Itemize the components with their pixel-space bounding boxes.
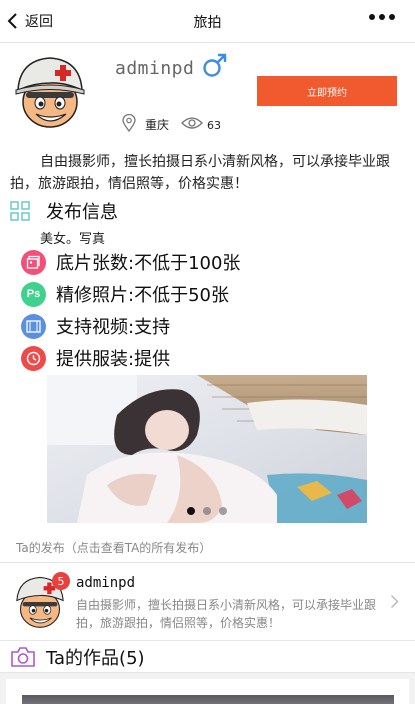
more-dot-icon [369,14,375,20]
works-title: Ta的作品(5) [46,648,145,669]
photo-carousel[interactable] [47,375,367,523]
chevron-right-icon [390,594,399,609]
carousel-dots [47,507,367,515]
user-card[interactable]: 5 adminpd 自由摄影师，擅长拍摄日系小清新风格，可以承接毕业跟拍，旅游跟… [0,562,415,641]
profile-header: adminpd 立即预约 重庆 63 [0,44,415,149]
feature-video: 支持视频:支持 [21,312,170,340]
works-panel [0,672,415,704]
location-text: 重庆 [145,118,170,132]
camera-icon [11,647,35,667]
clock-icon [21,345,46,371]
location-row: 重庆 63 [122,112,221,133]
card-username: adminpd [76,575,136,591]
male-gender-icon [203,53,227,77]
publish-header: 发布信息 [10,199,118,223]
feature-photos: 底片张数:不低于100张 [21,248,240,276]
publish-description: 美女。写真 [40,232,106,247]
bio-text: 自由摄影师，擅长拍摄日系小清新风格，可以承接毕业跟拍，旅游跟拍，情侣照等，价格实… [10,154,390,192]
eye-icon [181,116,203,129]
ps-icon: Ps [21,281,46,307]
publish-title: 发布信息 [46,202,118,223]
view-count: 63 [207,119,222,132]
feature-text: 支持视频:支持 [56,317,171,338]
film-icon [21,313,46,339]
card-bio: 自由摄影师，擅长拍摄日系小清新风格，可以承接毕业跟拍，旅游跟拍，情侣照等，价格实… [76,598,377,630]
page-title: 旅拍 [193,15,222,31]
avatar [15,57,85,128]
more-button[interactable] [369,14,395,20]
feature-retouch: Ps 精修照片:不低于50张 [21,280,229,308]
carousel-dot[interactable] [203,507,211,515]
book-now-button[interactable]: 立即预约 [257,76,397,106]
feature-text: 底片张数:不低于100张 [56,253,241,274]
carousel-dot[interactable] [219,507,227,515]
ta-publish-link[interactable]: Ta的发布（点击查看TA的所有发布） [16,539,211,556]
grid-icon [10,201,30,221]
notification-badge: 5 [52,572,70,590]
feature-text: 提供服装:提供 [56,349,171,370]
carousel-dot[interactable] [187,507,195,515]
feature-text: 精修照片:不低于50张 [56,285,229,306]
more-dot-icon [389,14,395,20]
username: adminpd [115,58,195,79]
feature-costume: 提供服装:提供 [21,344,170,372]
photos-icon [21,249,46,275]
works-header: Ta的作品(5) [10,645,145,669]
location-pin-icon [122,113,136,132]
work-item[interactable] [6,679,409,704]
carousel-image [47,375,367,523]
more-dot-icon [379,14,385,20]
nav-bar: 返回 旅拍 [0,0,415,43]
work-thumbnail [22,695,394,704]
